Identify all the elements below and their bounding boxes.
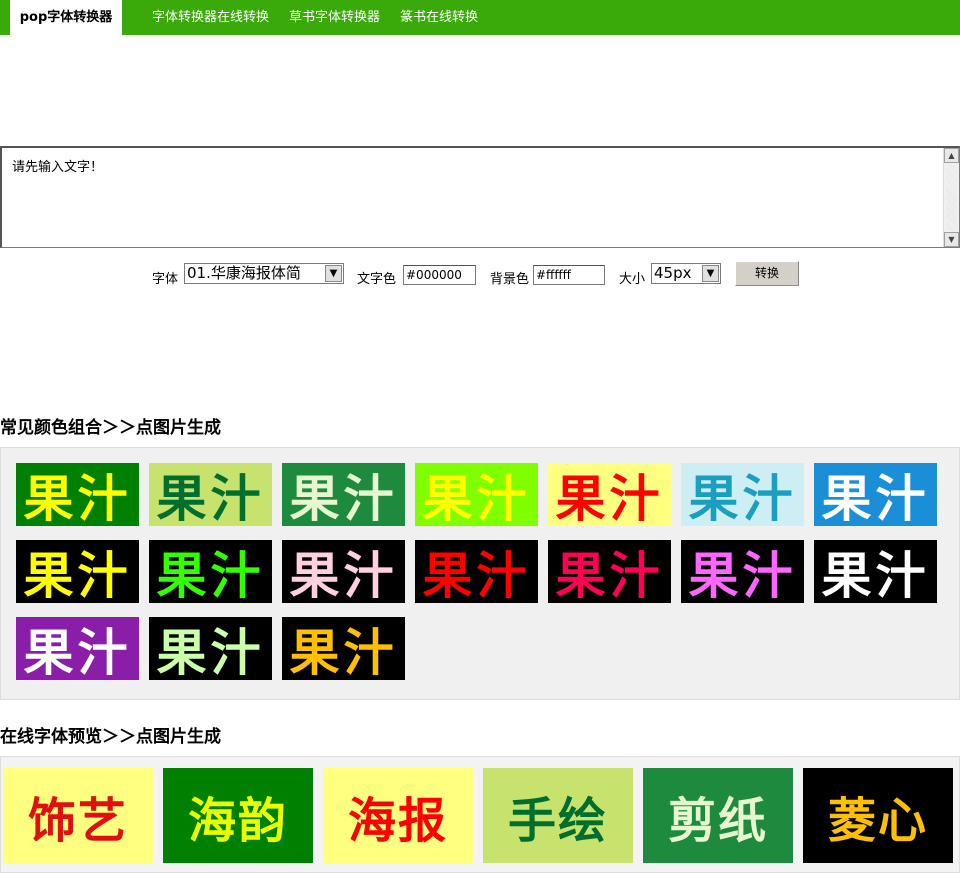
- convert-button[interactable]: 转换: [735, 261, 799, 286]
- color-combos-panel: 果汁 果汁 果汁 果汁 果汁 果汁 果汁 果汁 果汁 果汁 果汁 果汁 果汁 果汁 果汁 果汁 果汁: [0, 447, 960, 700]
- color-combo-image[interactable]: 果汁: [149, 463, 272, 526]
- size-label: 大小: [619, 272, 646, 287]
- nav-link-cursive-converter[interactable]: 草书字体转换器: [289, 0, 380, 35]
- chevron-down-icon[interactable]: ▼: [325, 265, 342, 282]
- color-combo-image[interactable]: 果汁: [282, 463, 405, 526]
- textarea-scrollbar[interactable]: ▲ ▼: [943, 148, 959, 247]
- font-preview-panel: 饰艺 海韵 海报 手绘 剪纸 菱心: [0, 756, 960, 873]
- color-combo-image[interactable]: 果汁: [149, 617, 272, 680]
- color-combo-image[interactable]: 果汁: [415, 463, 538, 526]
- text-color-input[interactable]: #000000: [403, 265, 476, 285]
- size-select[interactable]: 45px ▼: [651, 263, 721, 284]
- color-combo-image[interactable]: 果汁: [16, 540, 139, 603]
- text-color-label: 文字色: [357, 272, 397, 287]
- font-preview-image[interactable]: 饰艺: [3, 768, 153, 863]
- bg-color-input[interactable]: #ffffff: [533, 265, 605, 285]
- color-combo-image[interactable]: 果汁: [16, 617, 139, 680]
- color-combo-image[interactable]: 果汁: [548, 463, 671, 526]
- font-preview-image[interactable]: 海报: [323, 768, 473, 863]
- font-preview-image[interactable]: 剪纸: [643, 768, 793, 863]
- color-combo-image[interactable]: 果汁: [282, 540, 405, 603]
- color-combo-image[interactable]: 果汁: [814, 463, 937, 526]
- chevron-down-icon[interactable]: ▼: [702, 265, 719, 282]
- font-preview-image[interactable]: 手绘: [483, 768, 633, 863]
- bg-color-label: 背景色: [490, 272, 530, 287]
- scroll-track[interactable]: [946, 164, 957, 231]
- size-select-value: 45px: [654, 264, 692, 282]
- scroll-down-arrow-icon[interactable]: ▼: [944, 232, 959, 247]
- scroll-up-arrow-icon[interactable]: ▲: [944, 148, 959, 163]
- font-preview-image[interactable]: 海韵: [163, 768, 313, 863]
- font-preview-title: 在线字体预览＞＞点图片生成: [0, 727, 221, 747]
- font-select[interactable]: 01.华康海报体简 ▼: [184, 263, 344, 284]
- color-combo-image[interactable]: 果汁: [415, 540, 538, 603]
- text-input-area[interactable]: 请先输入文字！ ▲ ▼: [0, 146, 960, 248]
- font-preview-image[interactable]: 菱心: [803, 768, 953, 863]
- color-combo-image[interactable]: 果汁: [681, 463, 804, 526]
- font-select-value: 01.华康海报体简: [187, 264, 301, 282]
- color-combos-title: 常见颜色组合＞＞点图片生成: [0, 418, 221, 438]
- font-label: 字体: [152, 272, 179, 287]
- nav-link-font-converter[interactable]: 字体转换器在线转换: [152, 0, 269, 35]
- color-combo-image[interactable]: 果汁: [681, 540, 804, 603]
- color-combo-image[interactable]: 果汁: [16, 463, 139, 526]
- color-combo-image[interactable]: 果汁: [548, 540, 671, 603]
- nav-tab-pop-converter[interactable]: pop字体转换器: [10, 0, 122, 35]
- color-combo-image[interactable]: 果汁: [814, 540, 937, 603]
- color-combo-image[interactable]: 果汁: [149, 540, 272, 603]
- top-nav: pop字体转换器 字体转换器在线转换 草书字体转换器 篆书在线转换: [0, 0, 960, 35]
- text-input-value: 请先输入文字！: [12, 160, 104, 175]
- nav-link-seal-script-converter[interactable]: 篆书在线转换: [400, 0, 478, 35]
- color-combo-image[interactable]: 果汁: [282, 617, 405, 680]
